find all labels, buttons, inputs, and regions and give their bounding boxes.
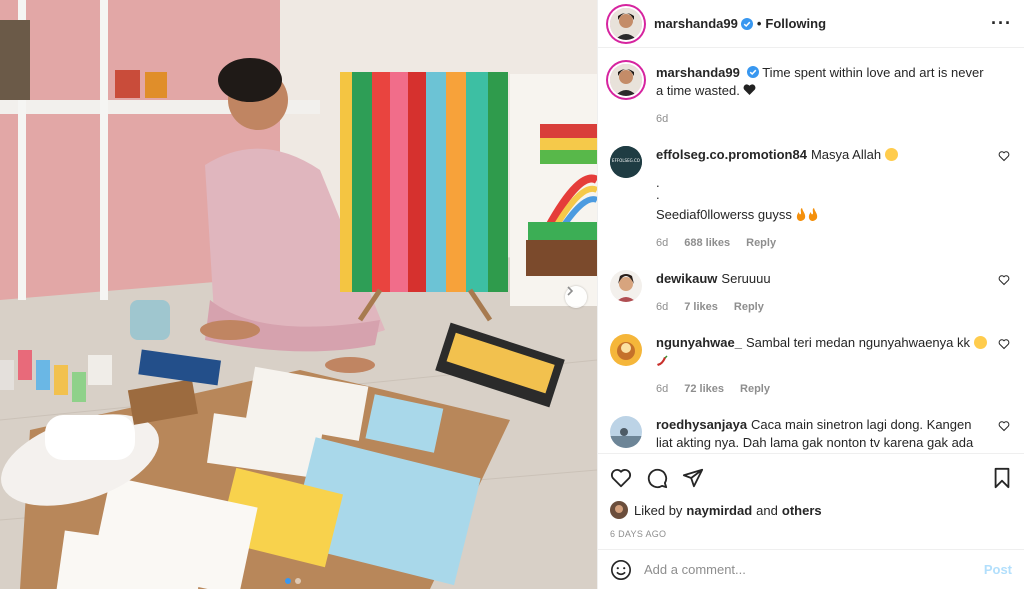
comment-time: 6d — [656, 301, 669, 313]
reply-button[interactable]: Reply — [740, 380, 770, 398]
avatar-image — [610, 64, 642, 96]
comment-likes[interactable]: 688 likes — [684, 234, 730, 252]
yum-emoji-icon — [973, 336, 987, 349]
following-button[interactable]: Following — [765, 16, 826, 31]
comment-time: 6d — [656, 383, 669, 395]
comment-like-heart-icon[interactable] — [998, 338, 1010, 350]
post-comment-button[interactable]: Post — [984, 562, 1012, 577]
more-options-icon[interactable]: ··· — [991, 13, 1012, 34]
commenter-avatar[interactable] — [610, 416, 642, 448]
comment-item: roedhysanjaya Caca main sinetron lagi don… — [610, 416, 1012, 453]
comment-icon[interactable] — [646, 467, 668, 489]
author-username[interactable]: marshanda99 — [654, 16, 738, 31]
comment-text-line: . — [656, 187, 660, 202]
comment-text: Masya Allah — [810, 147, 882, 162]
comment-username[interactable]: roedhysanjaya — [656, 417, 747, 432]
comment-input[interactable] — [644, 562, 984, 577]
comment-item: ngunyahwae_ Sambal teri medan ngunyahwaen… — [610, 334, 1012, 398]
share-icon[interactable] — [682, 467, 704, 489]
post-header: marshanda99 • Following ··· — [598, 0, 1024, 48]
post-dialog: marshanda99 • Following ··· marshanda99 … — [0, 0, 1024, 589]
caption: marshanda99 Time spent within love and a… — [610, 64, 1012, 128]
liked-by-user[interactable]: naymirdad — [686, 503, 752, 518]
liked-by-prefix: Liked by — [634, 502, 683, 518]
reply-button[interactable]: Reply — [734, 298, 764, 316]
comment-likes[interactable]: 72 likes — [684, 380, 724, 398]
carousel-dot — [295, 578, 301, 584]
emoji-icon[interactable] — [610, 559, 632, 581]
comment-text: Sambal teri medan ngunyahwaenya kk — [745, 335, 970, 350]
comment-like-heart-icon[interactable] — [998, 150, 1010, 162]
liked-by-others[interactable]: others — [782, 503, 822, 518]
avatar-logo-text: EFFOLSEG.CO — [612, 158, 640, 163]
avatar-image — [610, 334, 642, 366]
header-separator: • — [756, 16, 762, 31]
caption-avatar[interactable] — [610, 64, 642, 96]
post-photo[interactable] — [0, 0, 597, 589]
post-timestamp[interactable]: 6 DAYS AGO — [598, 519, 1024, 539]
avatar-image — [610, 270, 642, 302]
bookmark-icon[interactable] — [992, 467, 1012, 489]
chevron-right-icon — [567, 286, 574, 296]
caption-username[interactable]: marshanda99 — [656, 65, 740, 80]
comment-time: 6d — [656, 237, 669, 249]
comment-item: EFFOLSEG.CO effolseg.co.promotion84 Masya… — [610, 146, 1012, 252]
commenter-avatar[interactable] — [610, 334, 642, 366]
grinning-emoji-icon — [884, 148, 898, 161]
comment-likes[interactable]: 7 likes — [684, 298, 718, 316]
comments-list[interactable]: marshanda99 Time spent within love and a… — [598, 48, 1024, 453]
liked-by: Liked by naymirdad and others — [598, 501, 1024, 519]
commenter-avatar[interactable] — [610, 270, 642, 302]
chili-emoji-icon — [657, 355, 668, 366]
comment-item: dewikauw Seruuuu 6d 7 likes Reply — [610, 270, 1012, 316]
liked-by-joiner: and — [756, 502, 778, 518]
avatar-image — [610, 7, 642, 40]
comment-like-heart-icon[interactable] — [998, 274, 1010, 286]
verified-badge-icon — [740, 17, 753, 30]
black-heart-emoji-icon — [743, 83, 756, 98]
comment-text: Seediaf0llowerss guyss — [656, 207, 792, 222]
comment-composer: Post — [598, 549, 1024, 589]
next-photo-button[interactable] — [565, 286, 587, 308]
author-avatar[interactable] — [610, 7, 642, 40]
comment-text: Seruuuu — [721, 271, 771, 286]
verified-badge-icon — [746, 66, 759, 78]
reply-button[interactable]: Reply — [746, 234, 776, 252]
post-details-panel: marshanda99 • Following ··· marshanda99 … — [597, 0, 1024, 589]
avatar-image — [610, 501, 628, 519]
heart-icon[interactable] — [610, 467, 632, 489]
comment-text-line: Seediaf0llowerss guyss — [656, 206, 988, 224]
commenter-avatar[interactable]: EFFOLSEG.CO — [610, 146, 642, 178]
liker-avatar[interactable] — [610, 501, 628, 519]
photo-illustration — [0, 0, 597, 589]
avatar-image — [610, 416, 642, 448]
comment-username[interactable]: dewikauw — [656, 271, 717, 286]
carousel-dot-active — [285, 578, 291, 584]
comment-like-heart-icon[interactable] — [998, 420, 1010, 432]
action-bar — [598, 453, 1024, 501]
fire-emoji-icon — [797, 208, 818, 221]
caption-time: 6d — [656, 113, 669, 125]
comment-username[interactable]: ngunyahwae_ — [656, 335, 742, 350]
carousel-indicator — [285, 578, 301, 584]
comment-username[interactable]: effolseg.co.promotion84 — [656, 147, 807, 162]
